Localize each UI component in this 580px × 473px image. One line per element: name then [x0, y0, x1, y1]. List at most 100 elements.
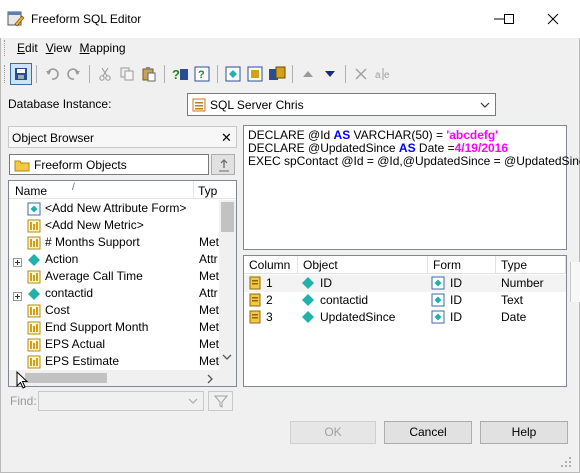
- attribute-icon: [301, 310, 315, 329]
- cell-column: 2: [266, 293, 273, 307]
- object-browser-close-icon[interactable]: ✕: [221, 130, 232, 146]
- insert-prompt-icon[interactable]: ?: [169, 63, 191, 85]
- up-folder-icon: [216, 157, 232, 176]
- table-header-column[interactable]: Column: [244, 256, 298, 274]
- menu-grip: [4, 40, 7, 56]
- tree-item-type: Met: [199, 320, 219, 334]
- expand-icon[interactable]: [13, 289, 22, 301]
- table-row[interactable]: 1 ID ID Number: [244, 275, 566, 292]
- sql-token: DECLARE @UpdatedSince: [248, 141, 399, 155]
- metric-icon: [27, 236, 41, 250]
- tree-item[interactable]: Average Call Time Met: [9, 268, 219, 285]
- tree-item-type: Met: [199, 269, 219, 283]
- column-mapping-table: Column Object Form Type 1 ID ID Number 2 cont…: [243, 255, 567, 387]
- resize-grip-icon[interactable]: [559, 455, 573, 472]
- mapping-icon[interactable]: [266, 63, 288, 85]
- toolbar-grip: [4, 65, 7, 83]
- metric-icon: [27, 338, 41, 352]
- cancel-button[interactable]: Cancel: [384, 421, 472, 444]
- svg-text:?: ?: [172, 67, 180, 82]
- tree-item[interactable]: # Months Support Met: [9, 234, 219, 251]
- menu-mapping[interactable]: Mapping: [76, 40, 130, 58]
- save-icon[interactable]: [10, 63, 32, 85]
- table-header-type[interactable]: Type: [496, 256, 566, 274]
- tree-item[interactable]: End Support Month Met: [9, 319, 219, 336]
- attribute-icon: [27, 253, 41, 267]
- cell-object: contactid: [320, 293, 369, 307]
- find-chevron-down-icon: [187, 395, 199, 410]
- cell-type: Number: [501, 276, 544, 290]
- column-header-name[interactable]: Name: [15, 184, 47, 198]
- column-header-type[interactable]: Typ: [198, 184, 217, 198]
- table-row[interactable]: 2 contactid ID Text: [244, 292, 566, 309]
- tree-item[interactable]: contactid Attr: [9, 285, 219, 302]
- cell-column: 1: [266, 276, 273, 290]
- tree-item[interactable]: <Add New Attribute Form>: [9, 200, 219, 217]
- redo-icon[interactable]: [63, 63, 85, 85]
- vertical-scrollbar[interactable]: [219, 200, 236, 370]
- tree-header: Name / Typ: [9, 181, 236, 199]
- table-header-form[interactable]: Form: [428, 256, 496, 274]
- add-metric-icon[interactable]: [244, 63, 266, 85]
- sql-keyword: AS: [398, 141, 416, 155]
- toolbar-separator: [164, 65, 165, 83]
- filter-button[interactable]: [208, 391, 233, 411]
- rename-icon[interactable]: ae: [372, 63, 394, 85]
- find-input[interactable]: [38, 391, 204, 411]
- attribute-form-icon: [431, 310, 445, 329]
- copy-icon[interactable]: [116, 63, 138, 85]
- help-button[interactable]: Help: [480, 421, 568, 444]
- metric-icon: [27, 355, 41, 369]
- database-icon: [192, 98, 206, 115]
- folder-dropdown[interactable]: Freeform Objects: [9, 154, 209, 175]
- tree-item[interactable]: <Add New Metric>: [9, 217, 219, 234]
- delete-icon[interactable]: [350, 63, 372, 85]
- cell-column: 3: [266, 310, 273, 324]
- undo-icon[interactable]: [41, 63, 63, 85]
- add-attribute-icon[interactable]: [222, 63, 244, 85]
- close-button[interactable]: [530, 6, 576, 32]
- paste-icon[interactable]: [138, 63, 160, 85]
- chevron-down-icon: [479, 99, 491, 114]
- menu-view[interactable]: View: [42, 40, 76, 58]
- maximize-button[interactable]: [486, 6, 532, 32]
- tree-item-name: Cost: [45, 303, 70, 317]
- tree-item[interactable]: Action Attr: [9, 251, 219, 268]
- move-down-icon[interactable]: [319, 63, 341, 85]
- tree-item-name: <Add New Metric>: [45, 218, 144, 232]
- ok-button[interactable]: OK: [290, 421, 376, 444]
- table-row[interactable]: 3 UpdatedSince ID Date: [244, 309, 566, 326]
- table-header-object[interactable]: Object: [298, 256, 428, 274]
- menu-edit[interactable]: Edit: [13, 40, 42, 58]
- database-instance-dropdown[interactable]: SQL Server Chris: [187, 93, 496, 116]
- horizontal-scroll-thumb[interactable]: [25, 373, 107, 383]
- folder-name: Freeform Objects: [34, 158, 127, 172]
- vertical-scroll-thumb[interactable]: [221, 202, 234, 232]
- tree-item[interactable]: EPS Estimate Met: [9, 353, 219, 370]
- toolbar-separator: [292, 65, 293, 83]
- sql-editor[interactable]: DECLARE @Id AS VARCHAR(50) = 'abcdefg' D…: [243, 125, 580, 250]
- column-mapping-icon: [249, 310, 263, 329]
- tree-item-name: # Months Support: [45, 235, 140, 249]
- expand-icon[interactable]: [13, 255, 22, 267]
- svg-text:?: ?: [198, 69, 205, 81]
- tree-item-type: Met: [199, 303, 219, 317]
- window-title: Freeform SQL Editor: [31, 12, 142, 26]
- scroll-right-icon[interactable]: [205, 373, 215, 387]
- cut-icon[interactable]: [94, 63, 116, 85]
- parent-folder-button[interactable]: [211, 154, 235, 175]
- tree-item-type: Met: [199, 337, 219, 351]
- cell-form: ID: [450, 293, 462, 307]
- tree-item-type: Attr: [199, 252, 218, 266]
- tree-item[interactable]: Cost Met: [9, 302, 219, 319]
- cell-form: ID: [450, 276, 462, 290]
- horizontal-scrollbar[interactable]: [9, 370, 236, 386]
- tree-item[interactable]: EPS Actual Met: [9, 336, 219, 353]
- menu-bar: Edit View Mapping: [4, 40, 130, 58]
- cell-object: ID: [320, 276, 332, 290]
- prompt-icon[interactable]: ?: [191, 63, 213, 85]
- column-divider: [193, 181, 194, 199]
- metric-icon: [27, 304, 41, 318]
- scroll-down-icon[interactable]: [222, 352, 232, 365]
- move-up-icon[interactable]: [297, 63, 319, 85]
